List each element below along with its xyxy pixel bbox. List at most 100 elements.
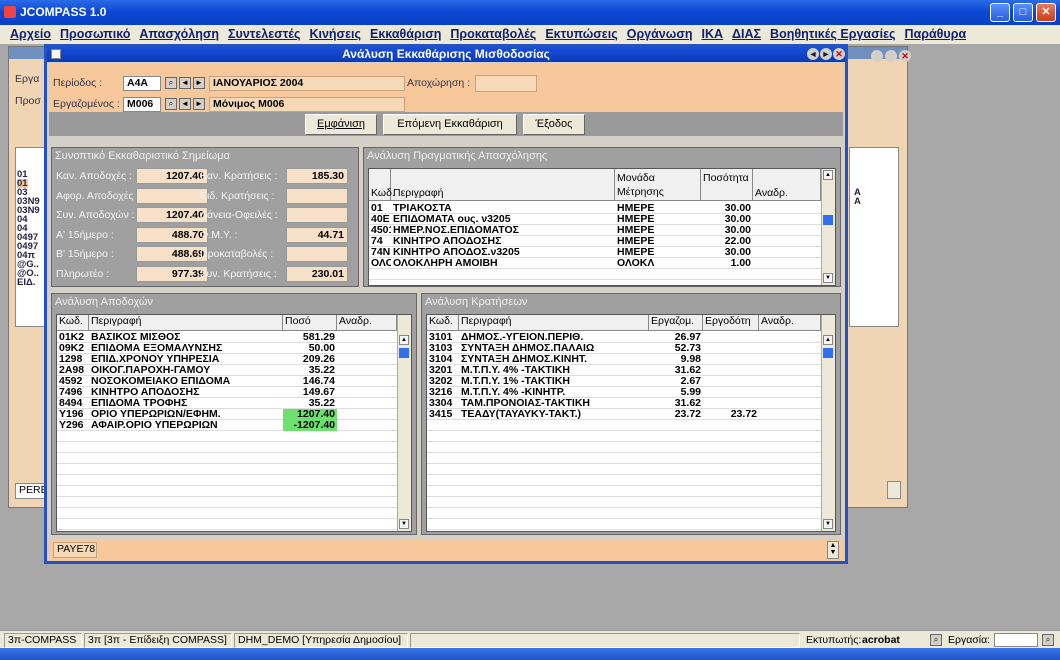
binoculars-icon[interactable]: ⌕ [1042,634,1054,646]
bg-flag: A [854,196,861,207]
menu-item-11[interactable]: Βοηθητικές Εργασίες [770,27,896,41]
menu-item-0[interactable]: Αρχείο [10,27,51,41]
ded-col-employer: Εργοδότη [703,315,759,330]
table-cell: Μ.Τ.Π.Υ. 4% -ΚΙΝΗΤΡ. [461,387,566,398]
menu-item-3[interactable]: Συντελεστές [228,27,300,41]
table-row[interactable]: Y196 ΟΡΙΟ ΥΠΕΡΩΡΙΩΝ/ΕΦΗΜ. 1207.40 [57,409,397,420]
table-row[interactable]: 74N ΚΙΝΗΤΡΟ ΑΠΟΔΟΣ.ν3205 ΗΜΕΡΕ 30.00 [369,247,821,258]
menu-item-5[interactable]: Εκκαθάριση [370,27,441,41]
table-row[interactable]: 01K2 ΒΑΣΙΚΟΣ ΜΙΣΘΟΣ 581.29 [57,332,397,343]
table-row[interactable]: 3304 ΤΑΜ.ΠΡΟΝΟΙΑΣ-ΤΑΚΤΙΚΗ 31.62 [427,398,821,409]
deductions-scrollbar[interactable]: ▲ ▼ [821,315,835,531]
prev-employee-icon[interactable]: ◄ [179,98,191,110]
menu-item-12[interactable]: Παράθυρα [905,27,967,41]
button-bar: Εμφάνιση Επόμενη Εκκαθάριση Έξοδος [49,112,843,136]
bg-close-button[interactable]: ✕ [899,50,911,62]
table-row[interactable]: 4592 ΝΟΣΟΚΟΜΕΙΑΚΟ ΕΠΙΔΟΜΑ 146.74 [57,376,397,387]
bg-max-button[interactable] [885,50,897,62]
close-button[interactable]: ✕ [1036,3,1056,22]
scroll-down-icon[interactable]: ▼ [399,519,409,529]
binoculars-icon[interactable]: ⌕ [165,98,177,110]
table-row[interactable]: 3415 ΤΕΑΔΥ(ΤΑΥΑΥΚΥ-ΤΑΚΤ.) 23.72 23.72 [427,409,821,420]
bg-spinner[interactable] [887,481,901,499]
period-code-input[interactable]: A4A [123,76,161,91]
table-row[interactable]: 3101 ΔΗΜΟΣ.-ΥΓΕΙΟΝ.ΠΕΡΙΘ. 26.97 [427,332,821,343]
next-employee-icon[interactable]: ► [193,98,205,110]
printer-label: Εκτυπωτής: [806,634,862,646]
menu-item-9[interactable]: IKA [702,27,724,41]
table-cell: 149.67 [302,387,335,398]
ded-col-desc: Περιγραφή [459,315,649,330]
summary-value: 1207.40 [136,168,208,184]
bg-restore-button[interactable] [871,50,883,62]
earnings-scrollbar[interactable]: ▲ ▼ [397,315,411,531]
window-close-button[interactable]: ✕ [833,48,845,60]
table-cell: 3201 [429,365,453,376]
table-row[interactable]: 1298 ΕΠΙΔ.ΧΡΟΝΟΥ ΥΠΗΡΕΣΙΑ 209.26 [57,354,397,365]
menu-item-4[interactable]: Κινήσεις [309,27,361,41]
bg-flag-list: AA [849,147,899,327]
menu-item-10[interactable]: ΔΙΑΣ [732,27,761,41]
minimize-button[interactable]: _ [990,3,1010,22]
table-row[interactable]: 3216 Μ.Τ.Π.Υ. 4% -ΚΙΝΗΤΡ. 5.99 [427,387,821,398]
app-icon [4,6,16,18]
scroll-thumb[interactable] [399,348,409,358]
table-cell: 26.97 [674,332,701,343]
window-maximize-button[interactable]: ► [820,48,832,60]
table-row[interactable]: Y296 ΑΦΑΙΡ.ΟΡΙΟ ΥΠΕΡΩΡΙΩΝ -1207.40 [57,420,397,431]
summary-value: 488.69 [136,246,208,262]
menu-item-6[interactable]: Προκαταβολές [450,27,536,41]
empty-row [427,508,821,519]
table-cell: ΕΠΙΔΟΜΑ ΤΡΟΦΗΣ [91,398,188,409]
table-row[interactable]: 2A98 ΟΙΚΟΓ.ΠΑΡΟΧΗ-ΓΑΜΟΥ 35.22 [57,365,397,376]
window-restore-button[interactable]: ◄ [807,48,819,60]
scroll-up-icon[interactable]: ▲ [823,170,833,180]
table-row[interactable]: 7496 ΚΙΝΗΤΡΟ ΑΠΟΔΟΣΗΣ 149.67 [57,387,397,398]
table-row[interactable]: 3103 ΣΥΝΤΑΞΗ ΔΗΜΟΣ.ΠΑΛΑΙΩ 52.73 [427,343,821,354]
bg-code[interactable]: ΕΙΔ. [17,278,35,288]
task-input[interactable] [994,633,1038,647]
employment-scrollbar[interactable]: ▲ ▼ [821,169,835,285]
empty-row [369,269,821,280]
leave-field[interactable] [475,75,537,92]
table-row[interactable]: 09K2 ΕΠΙΔΟΜΑ ΕΞΟΜΑΛΥΝΣΗΣ 50.00 [57,343,397,354]
next-clearance-button[interactable]: Επόμενη Εκκαθάριση [383,114,517,135]
table-row[interactable]: 4501ΗΜΕΡ.ΝΟΣ.ΕΠΙΔΟΜΑΤΟΣ ΗΜΕΡΕ 30.00 [369,225,821,236]
exit-button[interactable]: Έξοδος [523,114,585,135]
scroll-up-icon[interactable]: ▲ [823,335,833,345]
empty-row [427,486,821,497]
employee-code-input[interactable]: M006 [123,97,161,112]
emp-col-desc: Περιγραφή [391,169,615,200]
bg-code-list: 01 01 03 03N9 03N9 04 04 0497 0497 04π @G.. @O.. ΕΙΔ… [15,147,45,327]
scroll-thumb[interactable] [823,348,833,358]
show-button[interactable]: Εμφάνιση [305,114,377,135]
table-row[interactable]: 40E ΕΠΙΔΟΜΑΤΑ ους. ν3205 ΗΜΕΡΕ 30.00 [369,214,821,225]
table-row[interactable]: ΟΛΟΚΟΛΟΚΛΗΡΗ ΑΜΟΙΒΗ ΟΛΟΚΛ 1.00 [369,258,821,269]
employment-grid: Κωδ. Περιγραφή Μονάδα Μέτρησης Ποσότητα … [368,168,836,286]
table-cell: ΗΜΕΡΕ [617,203,655,214]
scroll-down-icon[interactable]: ▼ [823,273,833,283]
table-row[interactable]: 01 ΤΡΙΑΚΟΣΤΑ ΗΜΕΡΕ 30.00 [369,203,821,214]
scroll-down-icon[interactable]: ▼ [823,519,833,529]
next-period-icon[interactable]: ► [193,77,205,89]
maximize-button[interactable]: □ [1013,3,1033,22]
scroll-thumb[interactable] [823,215,833,225]
table-row[interactable]: 3104 ΣΥΝΤΑΞΗ ΔΗΜΟΣ.ΚΙΝΗΤ. 9.98 [427,354,821,365]
table-row[interactable]: 3201 Μ.Τ.Π.Υ. 4% -ΤΑΚΤΙΚΗ 31.62 [427,365,821,376]
table-row[interactable]: 8494 ΕΠΙΔΟΜΑ ΤΡΟΦΗΣ 35.22 [57,398,397,409]
leave-label: Αποχώρηση : [407,77,471,89]
table-row[interactable]: 3202 Μ.Τ.Π.Υ. 1% -ΤΑΚΤΙΚΗ 2.67 [427,376,821,387]
table-cell: 22.00 [724,236,751,247]
spinner-icon[interactable]: ▲ ▼ [827,541,839,559]
table-cell: ΚΙΝΗΤΡΟ ΑΠΟΔΟΣΗΣ [393,236,502,247]
table-cell: 31.62 [674,398,701,409]
table-row[interactable]: 74 ΚΙΝΗΤΡΟ ΑΠΟΔΟΣΗΣ ΗΜΕΡΕ 22.00 [369,236,821,247]
scroll-up-icon[interactable]: ▲ [399,335,409,345]
menu-item-8[interactable]: Οργάνωση [627,27,693,41]
prev-period-icon[interactable]: ◄ [179,77,191,89]
binoculars-icon[interactable]: ⌕ [930,634,942,646]
menu-item-7[interactable]: Εκτυπώσεις [545,27,617,41]
binoculars-icon[interactable]: ⌕ [165,77,177,89]
menu-item-2[interactable]: Απασχόληση [139,27,219,41]
menu-item-1[interactable]: Προσωπικό [60,27,130,41]
